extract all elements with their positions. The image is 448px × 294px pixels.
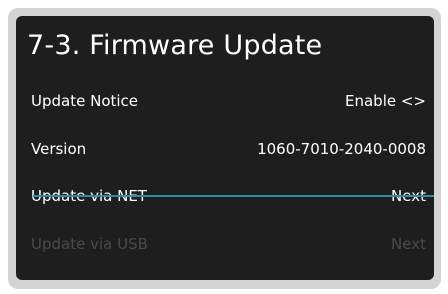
firmware-update-menu: 7-3. Firmware Update Update Notice Enabl… (16, 16, 434, 280)
menu-item-update-notice[interactable]: Update Notice Enable <> (31, 88, 426, 114)
update-via-usb-next: Next (391, 235, 426, 253)
menu-item-version: Version 1060-7010-2040-0008 (31, 136, 426, 162)
menu-item-label: Update via USB (31, 235, 148, 253)
selection-cursor (33, 195, 434, 197)
page-title: 7-3. Firmware Update (27, 30, 323, 61)
menu-item-update-via-usb: Update via USB Next (31, 231, 426, 257)
menu-item-label: Update Notice (31, 92, 139, 110)
version-value: 1060-7010-2040-0008 (257, 140, 426, 158)
update-notice-value[interactable]: Enable <> (345, 88, 426, 114)
menu-item-label: Version (31, 140, 87, 158)
